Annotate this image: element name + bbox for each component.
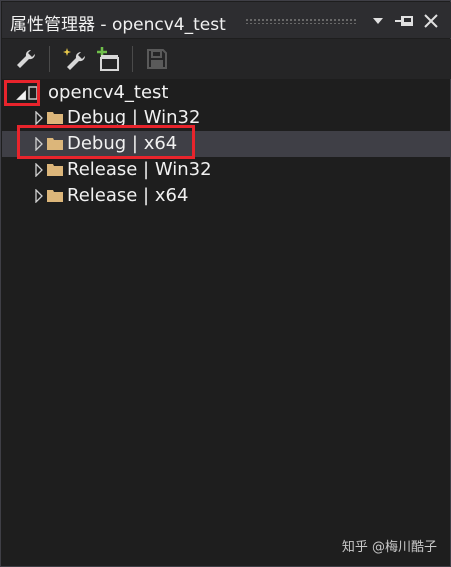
property-manager-panel: 属性管理器 - opencv4_test opencv4_test Debug … [0, 0, 451, 567]
panel-title-bar: 属性管理器 - opencv4_test [2, 2, 451, 38]
panel-toolbar [2, 39, 451, 79]
folder-icon [47, 164, 63, 176]
folder-icon [47, 112, 63, 124]
dropdown-arrow-icon[interactable] [367, 11, 389, 31]
tree-item-label: Release | Win32 [67, 159, 212, 180]
tree-item-label: opencv4_test [48, 82, 169, 103]
tree-item-release-x64[interactable]: Release | x64 [2, 183, 451, 209]
close-icon[interactable] [420, 11, 442, 31]
watermark-text: 知乎 @梅川酷子 [341, 540, 437, 555]
pin-icon[interactable] [393, 11, 415, 31]
toolbar-separator [132, 46, 133, 72]
collapsed-triangle-icon[interactable] [33, 189, 45, 203]
collapsed-triangle-icon[interactable] [33, 163, 45, 177]
title-drag-grip[interactable] [245, 18, 357, 24]
add-existing-property-sheet-icon[interactable] [95, 45, 123, 73]
tree-item-root[interactable]: opencv4_test [2, 80, 451, 106]
folder-icon [47, 190, 63, 202]
wrench-properties-icon[interactable] [12, 45, 40, 73]
new-property-sheet-icon[interactable] [61, 45, 89, 73]
tree-item-label: Release | x64 [67, 185, 189, 206]
panel-title: 属性管理器 - opencv4_test [10, 15, 226, 35]
save-icon [143, 45, 171, 73]
collapsed-triangle-icon[interactable] [33, 111, 45, 125]
toolbar-separator [49, 46, 50, 72]
tree-item-release-win32[interactable]: Release | Win32 [2, 157, 451, 183]
highlight-box-debug-x64 [17, 125, 195, 159]
highlight-box-expander [4, 80, 40, 106]
